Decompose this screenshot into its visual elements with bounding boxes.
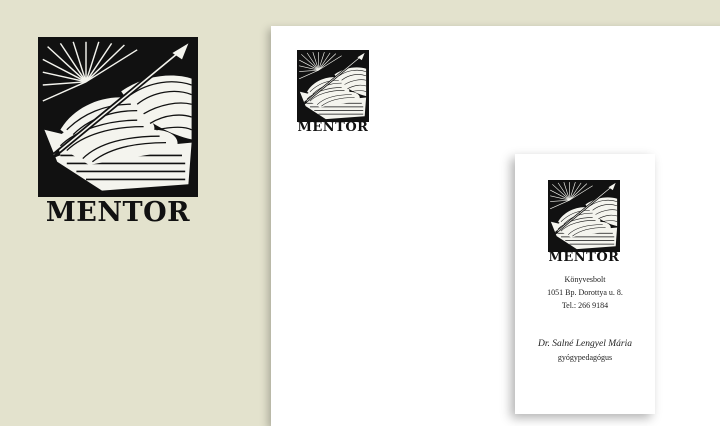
business-card: MENTOR Könyvesbolt 1051 Bp. Dorottya u. … bbox=[515, 154, 655, 414]
card-wordmark: MENTOR bbox=[548, 250, 620, 265]
brand-wordmark: MENTOR bbox=[45, 197, 191, 228]
card-address: 1051 Bp. Dorottya u. 8. bbox=[547, 288, 623, 297]
card-phone: Tel.: 266 9184 bbox=[561, 301, 609, 310]
hand-writing-with-pen-icon bbox=[38, 37, 198, 197]
letterhead-wordmark: MENTOR bbox=[297, 120, 369, 135]
presentation-canvas: MENTOR MENTOR MENTOR Könyvesbolt 1051 Bp… bbox=[0, 0, 720, 426]
hand-writing-with-pen-icon bbox=[548, 180, 620, 252]
hand-writing-with-pen-icon bbox=[297, 50, 369, 122]
card-person-title: gyógypedagógus bbox=[557, 353, 613, 362]
card-shop-type: Könyvesbolt bbox=[564, 275, 606, 284]
card-person-name: Dr. Salné Lengyel Mária bbox=[538, 339, 632, 349]
